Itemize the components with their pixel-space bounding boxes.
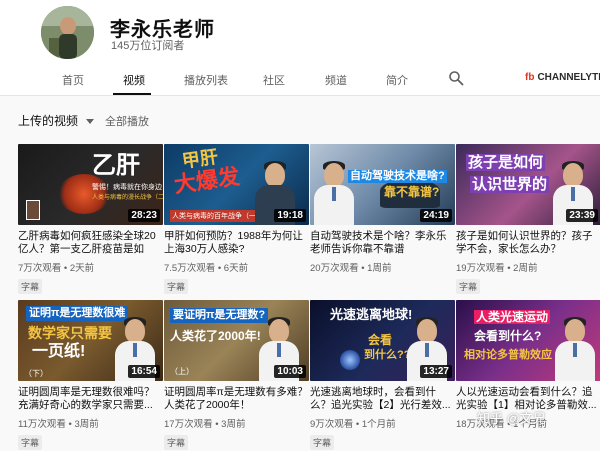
thumb-headline-2: 人类花了2000年! bbox=[170, 329, 261, 343]
duration-badge: 24:19 bbox=[420, 209, 452, 222]
thumb-part: （下） bbox=[24, 369, 48, 378]
thumb-headline: 要证明π是无理数? bbox=[170, 308, 269, 323]
thumb-headline-2: 数学家只需要 bbox=[28, 325, 112, 341]
thumb-headline-2: 会看到什么? bbox=[474, 329, 542, 343]
uploads-label: 上传的视频 bbox=[18, 114, 79, 128]
tab-home[interactable]: 首页 bbox=[62, 72, 84, 88]
earth-graphic bbox=[340, 350, 360, 370]
tab-channels[interactable]: 频道 bbox=[325, 72, 347, 88]
video-thumbnail[interactable]: 乙肝 警惕！病毒就在你身边 人类与病毒的漫长战争（二） 28:23 bbox=[18, 144, 163, 225]
video-card[interactable]: 甲肝 大爆发 人类与病毒的百年战争（一） 19:18 甲肝如何预防？1988年为… bbox=[164, 144, 309, 295]
presenter-figure bbox=[314, 161, 354, 225]
video-card[interactable]: 自动驾驶技术是啥? 靠不靠谱? 24:19 自动驾驶技术是个啥？李永乐老师告诉你… bbox=[310, 144, 455, 274]
video-thumbnail[interactable]: 孩子是如何 认识世界的 23:39 bbox=[456, 144, 600, 225]
video-thumbnail[interactable]: 光速逃离地球! 会看 到什么?? 13:27 bbox=[310, 300, 455, 381]
caption-badge: 字幕 bbox=[164, 435, 189, 450]
thumb-series: 人类与病毒的漫长战争（二） bbox=[92, 195, 163, 201]
video-meta: 19万次观看 • 2周前 bbox=[456, 263, 538, 274]
caption-badge: 字幕 bbox=[18, 279, 43, 294]
video-thumbnail[interactable]: 证明π是无理数很难 数学家只需要 一页纸! （下） 16:54 bbox=[18, 300, 163, 381]
caption-badge: 字幕 bbox=[310, 435, 335, 450]
thumb-headline: 自动驾驶技术是啥? bbox=[348, 170, 447, 183]
video-title[interactable]: 自动驾驶技术是个啥？李永乐老师告诉你靠不靠谱 bbox=[310, 230, 455, 256]
video-meta: 7.5万次观看 • 6天前 bbox=[164, 263, 249, 274]
channel-tabs: 首页 视频 播放列表 社区 频道 简介 fbCHANNELYTICS bbox=[0, 62, 600, 96]
caption-badge: 字幕 bbox=[456, 279, 481, 294]
thumb-headline-3: 相对论多普勒效应 bbox=[464, 349, 552, 361]
video-meta: 17万次观看 • 3周前 bbox=[164, 419, 246, 430]
video-title[interactable]: 证明圆周率是无理数很难吗？充满好奇心的数学家只需要... bbox=[18, 386, 163, 412]
active-tab-indicator bbox=[113, 93, 151, 95]
thumb-series: 人类与病毒的百年战争（一） bbox=[170, 210, 265, 222]
video-card[interactable]: 光速逃离地球! 会看 到什么?? 13:27 光速逃离地球时，会看到什么？追光实… bbox=[310, 300, 455, 451]
thumb-headline: 孩子是如何 bbox=[466, 154, 546, 171]
thumb-headline-2: 大爆发 bbox=[172, 163, 242, 198]
video-title[interactable]: 证明圆周率π是无理数有多难？人类花了2000年！ bbox=[164, 386, 309, 412]
video-title[interactable]: 乙肝病毒如何疯狂感染全球20亿人？第一支乙肝疫苗是如何... bbox=[18, 230, 163, 256]
thumb-headline: 证明π是无理数很难 bbox=[26, 306, 129, 321]
thumb-headline-3: 一页纸! bbox=[32, 343, 86, 360]
video-thumbnail[interactable]: 要证明π是无理数? 人类花了2000年! （上） 10:03 bbox=[164, 300, 309, 381]
presenter-figure bbox=[555, 317, 595, 381]
thumb-headline-2: 认识世界的 bbox=[470, 176, 550, 193]
video-card[interactable]: 证明π是无理数很难 数学家只需要 一页纸! （下） 16:54 证明圆周率是无理… bbox=[18, 300, 163, 451]
video-thumbnail[interactable]: 甲肝 大爆发 人类与病毒的百年战争（一） 19:18 bbox=[164, 144, 309, 225]
tab-community[interactable]: 社区 bbox=[263, 72, 285, 88]
thumb-headline: 人类光速运动 bbox=[474, 310, 551, 324]
duration-badge: 23:39 bbox=[566, 209, 598, 222]
duration-badge: 19:18 bbox=[274, 209, 306, 222]
video-card[interactable]: 乙肝 警惕！病毒就在你身边 人类与病毒的漫长战争（二） 28:23 乙肝病毒如何… bbox=[18, 144, 163, 295]
channel-header: 李永乐老师 145万位订阅者 bbox=[0, 0, 600, 62]
channel-avatar[interactable] bbox=[41, 6, 94, 59]
video-title[interactable]: 甲肝如何预防？1988年为何让上海30万人感染? bbox=[164, 230, 309, 256]
watermark: 知乎 @文兄 bbox=[477, 411, 546, 426]
thumb-headline-2: 会看 bbox=[368, 333, 393, 347]
video-meta: 20万次观看 • 1周前 bbox=[310, 263, 392, 274]
thumb-headline-3: 到什么?? bbox=[364, 349, 411, 361]
thumb-headline: 乙肝 bbox=[92, 152, 140, 179]
video-card[interactable]: 要证明π是无理数? 人类花了2000年! （上） 10:03 证明圆周率π是无理… bbox=[164, 300, 309, 451]
channelytics-icon: fb bbox=[525, 72, 535, 83]
video-title[interactable]: 光速逃离地球时，会看到什么？追光实验【2】光行差效... bbox=[310, 386, 455, 412]
subscriber-count: 145万位订阅者 bbox=[111, 40, 185, 52]
video-thumbnail[interactable]: 自动驾驶技术是啥? 靠不靠谱? 24:19 bbox=[310, 144, 455, 225]
video-card[interactable]: 孩子是如何 认识世界的 23:39 孩子是如何认识世界的？孩子学不会，家长怎么办… bbox=[456, 144, 600, 295]
uploads-dropdown[interactable]: 上传的视频 bbox=[18, 112, 95, 129]
caption-badge: 字幕 bbox=[164, 279, 189, 294]
video-meta: 7万次观看 • 2天前 bbox=[18, 263, 95, 274]
video-meta: 9万次观看 • 1个月前 bbox=[310, 419, 396, 430]
search-icon[interactable] bbox=[448, 70, 464, 86]
duration-badge: 10:03 bbox=[274, 365, 306, 378]
video-thumbnail[interactable]: 人类光速运动 会看到什么? 相对论多普勒效应 bbox=[456, 300, 600, 381]
tab-videos[interactable]: 视频 bbox=[123, 72, 145, 88]
tab-about[interactable]: 简介 bbox=[386, 72, 408, 88]
duration-badge: 16:54 bbox=[128, 365, 160, 378]
duration-badge: 28:23 bbox=[128, 209, 160, 222]
video-title[interactable]: 孩子是如何认识世界的？孩子学不会，家长怎么办？ bbox=[456, 230, 600, 256]
channelytics-button[interactable]: fbCHANNELYTICS bbox=[525, 72, 600, 83]
thumb-headline: 光速逃离地球! bbox=[330, 307, 413, 322]
caret-down-icon bbox=[86, 119, 95, 125]
thumb-headline-2: 靠不靠谱? bbox=[384, 185, 440, 199]
video-meta: 11万次观看 • 3周前 bbox=[18, 419, 99, 430]
thumb-subline: 警惕！病毒就在你身边 bbox=[92, 184, 162, 191]
tab-playlists[interactable]: 播放列表 bbox=[184, 72, 228, 88]
thumb-part: （上） bbox=[170, 367, 194, 376]
caption-badge: 字幕 bbox=[18, 435, 43, 450]
play-all-button[interactable]: 全部播放 bbox=[105, 113, 149, 129]
duration-badge: 13:27 bbox=[420, 365, 452, 378]
channelytics-label: CHANNELYTICS bbox=[537, 72, 600, 83]
presenter-mini bbox=[26, 200, 40, 220]
